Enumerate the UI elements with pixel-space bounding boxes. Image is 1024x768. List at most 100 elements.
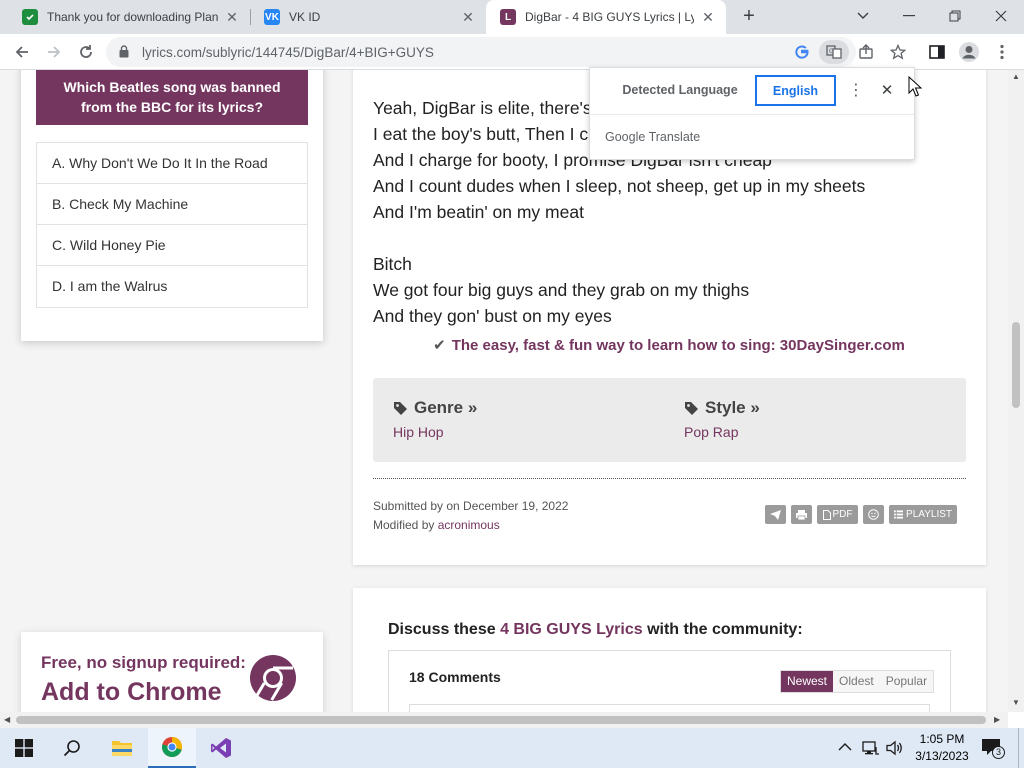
clock-date: 3/13/2023 bbox=[915, 749, 969, 763]
modified-text: Modified by acronimous bbox=[373, 518, 500, 532]
green-square-icon bbox=[22, 9, 38, 25]
quiz-option-a[interactable]: A. Why Don't We Do It In the Road bbox=[37, 143, 307, 184]
detected-language-tab[interactable]: Detected Language bbox=[605, 75, 755, 106]
bookmark-star-icon[interactable] bbox=[886, 40, 910, 64]
windows-taskbar: 1:05 PM 3/13/2023 3 bbox=[0, 728, 1024, 768]
promo-cta[interactable]: Add to Chrome bbox=[41, 678, 222, 707]
sort-oldest[interactable]: Oldest bbox=[833, 671, 880, 692]
song-meta-box: Genre » Hip Hop Style » Pop Rap bbox=[373, 378, 966, 462]
submitted-text: Submitted by on December 19, 2022 bbox=[373, 499, 569, 513]
tab-vk-id[interactable]: VK VK ID ✕ bbox=[250, 0, 486, 34]
tab-lyrics-digbar[interactable]: L DigBar - 4 BIG GUYS Lyrics | Lyric ✕ bbox=[486, 0, 726, 34]
show-hidden-icons-button[interactable] bbox=[838, 740, 854, 756]
lyric-line: We got four big guys and they grab on my… bbox=[373, 280, 750, 300]
lyric-line: Bitch bbox=[373, 254, 412, 274]
translate-options-icon[interactable]: ⋮ bbox=[848, 80, 864, 102]
tab-plant-download[interactable]: Thank you for downloading Plant ✕ bbox=[8, 0, 250, 34]
forward-button[interactable] bbox=[42, 40, 66, 64]
sort-popular[interactable]: Popular bbox=[879, 671, 934, 692]
quiz-option-c[interactable]: C. Wild Honey Pie bbox=[37, 225, 307, 266]
file-explorer-button[interactable] bbox=[98, 728, 146, 768]
english-language-tab[interactable]: English bbox=[755, 75, 836, 106]
comments-widget: 18 Comments Newest Oldest Popular bbox=[388, 650, 951, 712]
close-tab-icon[interactable]: ✕ bbox=[460, 9, 476, 26]
browser-toolbar: lyrics.com/sublyric/144745/DigBar/4+BIG+… bbox=[0, 34, 1024, 70]
scroll-left-arrow[interactable]: ◀ bbox=[4, 712, 10, 728]
notification-center-button[interactable]: 3 bbox=[981, 738, 1005, 760]
google-translate-brand: Google Translate bbox=[605, 130, 701, 144]
sort-newest[interactable]: Newest bbox=[781, 671, 834, 692]
quiz-option-d[interactable]: D. I am the Walrus bbox=[37, 266, 307, 307]
quiz-options: A. Why Don't We Do It In the Road B. Che… bbox=[36, 142, 308, 308]
new-tab-button[interactable]: + bbox=[738, 5, 760, 27]
search-icon bbox=[63, 740, 80, 757]
google-icon[interactable] bbox=[790, 40, 814, 64]
visual-studio-taskbar-button[interactable] bbox=[197, 728, 245, 768]
chevron-up-icon bbox=[838, 743, 852, 751]
close-window-button[interactable] bbox=[986, 4, 1016, 28]
style-heading[interactable]: Style » bbox=[684, 398, 760, 418]
profile-avatar-icon[interactable] bbox=[957, 40, 981, 64]
svg-text:G: G bbox=[829, 48, 834, 55]
playlist-button[interactable]: PLAYLIST bbox=[889, 505, 957, 524]
print-icon bbox=[796, 509, 807, 520]
back-button[interactable] bbox=[10, 40, 34, 64]
style-link[interactable]: Pop Rap bbox=[684, 424, 760, 440]
horizontal-scrollbar[interactable]: ◀ ▶ bbox=[0, 712, 1008, 728]
chrome-logo-icon bbox=[250, 655, 296, 701]
smiley-icon bbox=[868, 509, 879, 520]
print-button[interactable] bbox=[791, 505, 812, 524]
close-tab-icon[interactable]: ✕ bbox=[700, 9, 716, 26]
side-panel-icon[interactable] bbox=[925, 40, 949, 64]
genre-link[interactable]: Hip Hop bbox=[393, 424, 477, 440]
scroll-down-arrow[interactable]: ▼ bbox=[1008, 698, 1024, 707]
scroll-thumb[interactable] bbox=[1012, 322, 1020, 408]
reload-button[interactable] bbox=[74, 40, 98, 64]
vk-icon: VK bbox=[264, 9, 280, 25]
volume-icon[interactable] bbox=[886, 740, 904, 756]
comments-count: 18 Comments bbox=[409, 669, 501, 685]
add-to-chrome-promo[interactable]: Free, no signup required: Add to Chrome bbox=[21, 632, 323, 712]
action-buttons: PDF PLAYLIST bbox=[765, 505, 957, 524]
quiz-question: Which Beatles song was banned from the B… bbox=[36, 70, 308, 125]
translate-icon[interactable]: G bbox=[819, 40, 849, 64]
list-icon bbox=[894, 510, 904, 519]
scroll-thumb[interactable] bbox=[16, 716, 986, 724]
address-bar[interactable]: lyrics.com/sublyric/144745/DigBar/4+BIG+… bbox=[106, 37, 856, 67]
share-icon[interactable] bbox=[854, 40, 878, 64]
show-desktop-button[interactable] bbox=[1018, 728, 1024, 768]
restore-button[interactable] bbox=[940, 4, 970, 28]
network-icon[interactable] bbox=[862, 740, 880, 756]
close-icon[interactable]: ✕ bbox=[878, 80, 896, 102]
clock-time: 1:05 PM bbox=[919, 732, 965, 746]
scroll-right-arrow[interactable]: ▶ bbox=[994, 712, 1000, 728]
comment-input[interactable] bbox=[409, 704, 930, 712]
scroll-up-arrow[interactable]: ▲ bbox=[1008, 72, 1024, 81]
vertical-scrollbar[interactable]: ▲ ▼ bbox=[1008, 70, 1024, 712]
page-viewport: Which Beatles song was banned from the B… bbox=[0, 70, 1008, 712]
emoji-button[interactable] bbox=[863, 505, 884, 524]
lock-icon[interactable] bbox=[119, 45, 129, 61]
discussion-heading: Discuss these 4 BIG GUYS Lyrics with the… bbox=[388, 621, 803, 638]
pdf-button[interactable]: PDF bbox=[817, 505, 858, 524]
genre-heading[interactable]: Genre » bbox=[393, 398, 477, 418]
start-button[interactable] bbox=[0, 728, 48, 768]
file-icon bbox=[822, 509, 831, 520]
tab-search-icon[interactable] bbox=[848, 4, 878, 28]
quiz-card: Which Beatles song was banned from the B… bbox=[21, 70, 323, 341]
close-tab-icon[interactable]: ✕ bbox=[224, 9, 240, 26]
send-button[interactable] bbox=[765, 505, 786, 524]
song-lyrics-link[interactable]: 4 BIG GUYS Lyrics bbox=[500, 621, 643, 638]
divider bbox=[373, 478, 966, 479]
more-menu-icon[interactable] bbox=[990, 40, 1014, 64]
lyrics-l-icon: L bbox=[500, 9, 516, 25]
taskbar-search-button[interactable] bbox=[48, 728, 96, 768]
minimize-button[interactable] bbox=[894, 4, 924, 28]
quiz-option-b[interactable]: B. Check My Machine bbox=[37, 184, 307, 225]
singer-promo-link[interactable]: ✔ The easy, fast & fun way to learn how t… bbox=[373, 336, 965, 354]
chrome-taskbar-button[interactable] bbox=[148, 728, 196, 768]
tag-icon bbox=[685, 401, 698, 415]
taskbar-clock[interactable]: 1:05 PM 3/13/2023 bbox=[908, 731, 976, 765]
modifier-link[interactable]: acronimous bbox=[438, 518, 500, 532]
lyric-line bbox=[373, 225, 963, 251]
